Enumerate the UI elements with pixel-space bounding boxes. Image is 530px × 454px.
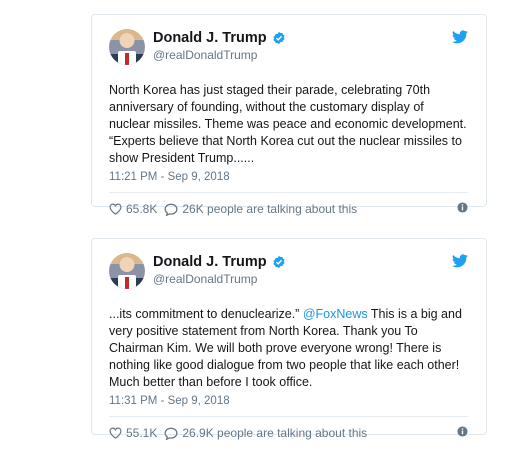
heart-icon[interactable] (109, 203, 122, 215)
avatar[interactable] (109, 253, 145, 289)
talking-count[interactable]: 26K people are talking about this (182, 202, 357, 216)
twitter-bird-icon[interactable] (452, 30, 468, 44)
like-count[interactable]: 65.8K (126, 202, 157, 216)
verified-badge-icon (273, 255, 285, 269)
author-handle[interactable]: @realDonaldTrump (153, 48, 257, 62)
heart-icon[interactable] (109, 427, 122, 439)
verified-badge-icon (273, 31, 285, 45)
author-line: Donald J. Trump (153, 254, 286, 270)
twitter-bird-icon[interactable] (452, 254, 468, 268)
author-line: Donald J. Trump (153, 30, 286, 46)
tweet-header: Donald J. Trump @realDonaldTrump (109, 29, 468, 69)
comment-bubble-icon[interactable] (164, 203, 178, 216)
comment-bubble-icon[interactable] (164, 427, 178, 440)
avatar[interactable] (109, 29, 145, 65)
like-count[interactable]: 55.1K (126, 426, 157, 440)
tweet-text: North Korea has just staged their parade… (109, 82, 468, 167)
mention-link[interactable]: @FoxNews (303, 307, 368, 321)
tweet-header: Donald J. Trump @realDonaldTrump (109, 253, 468, 293)
tweet-timestamp[interactable]: 11:31 PM - Sep 9, 2018 (109, 395, 468, 417)
tweet-text: ...its commitment to denuclearize.” @Fox… (109, 306, 468, 391)
tweet-card[interactable]: Donald J. Trump @realDonaldTrump ...its … (91, 238, 487, 440)
info-icon[interactable] (457, 426, 468, 437)
author-name[interactable]: Donald J. Trump (153, 254, 267, 270)
tweet-text-body: ...its commitment to denuclearize.” (109, 307, 303, 321)
author-handle[interactable]: @realDonaldTrump (153, 272, 257, 286)
talking-count[interactable]: 26.9K people are talking about this (182, 426, 367, 440)
tweet-actions: 55.1K 26.9K people are talking about thi… (109, 426, 468, 440)
author-name[interactable]: Donald J. Trump (153, 30, 267, 46)
tweet-actions: 65.8K 26K people are talking about this (109, 202, 468, 216)
tweet-text-body: North Korea has just staged their parade… (109, 83, 467, 165)
tweet-card[interactable]: Donald J. Trump @realDonaldTrump North K… (91, 14, 487, 216)
tweet-timestamp[interactable]: 11:21 PM - Sep 9, 2018 (109, 171, 468, 193)
info-icon[interactable] (457, 202, 468, 213)
